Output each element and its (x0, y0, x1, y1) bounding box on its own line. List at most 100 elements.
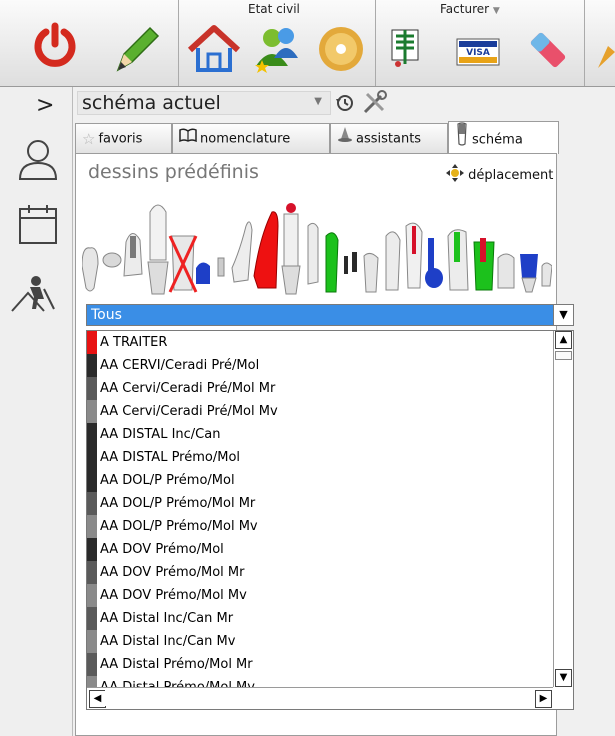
filter-value[interactable]: Tous (86, 304, 554, 326)
book-icon (179, 124, 197, 154)
visa-card-icon[interactable]: VISA (456, 38, 500, 70)
list-item[interactable]: AA Distal Inc/Can Mr (87, 607, 552, 630)
predefined-drawings (82, 203, 552, 295)
scroll-up-icon[interactable]: ▲ (555, 331, 572, 349)
color-swatch (87, 377, 97, 400)
list-item[interactable]: AA DOV Prémo/Mol (87, 538, 552, 561)
tab-label: favoris (98, 131, 143, 147)
vertical-scrollbar[interactable]: ▲ ▼ (553, 331, 573, 687)
list-item[interactable]: A TRAITER (87, 331, 552, 354)
color-swatch (87, 446, 97, 469)
facturer-label[interactable]: Facturer ▼ (440, 2, 500, 16)
pencil-icon[interactable] (108, 20, 164, 80)
color-swatch (87, 561, 97, 584)
tooth-drawing[interactable] (82, 247, 99, 292)
toolbar-separator (375, 0, 376, 86)
horizontal-scrollbar[interactable]: ◀ ▶ (87, 687, 553, 709)
color-swatch (87, 584, 97, 607)
chevron-down-icon[interactable]: ▼ (314, 96, 322, 107)
deplacement-button[interactable]: déplacement (446, 164, 553, 186)
move-icon (446, 164, 464, 186)
list-item[interactable]: AA CERVI/Ceradi Pré/Mol (87, 354, 552, 377)
chevron-down-icon: ▼ (492, 6, 500, 16)
list-item[interactable]: AA DOL/P Prémo/Mol Mr (87, 492, 552, 515)
expand-arrow-icon[interactable]: > (36, 93, 54, 118)
color-swatch (87, 492, 97, 515)
tooth-drawing[interactable] (344, 252, 357, 274)
tooth-drawing[interactable] (168, 235, 198, 293)
tab-schema[interactable]: schéma (448, 121, 559, 154)
color-swatch (87, 653, 97, 676)
tooth-drawing[interactable] (497, 253, 515, 289)
list-item-label: AA CERVI/Ceradi Pré/Mol (100, 358, 260, 373)
scroll-thumb[interactable] (555, 351, 572, 360)
drawing-list[interactable]: A TRAITER AA CERVI/Ceradi Pré/Mol AA Cervi… (86, 330, 574, 710)
tooth-drawing[interactable] (447, 229, 469, 291)
schema-select[interactable]: schéma actuel ▼ (77, 91, 331, 115)
tooth-drawing[interactable] (253, 211, 279, 289)
tooth-drawing[interactable] (231, 221, 253, 283)
power-icon[interactable] (32, 22, 78, 72)
tooth-drawing[interactable] (102, 252, 122, 268)
scroll-thumb[interactable] (105, 690, 535, 706)
eraser-icon[interactable] (524, 26, 572, 78)
list-item[interactable]: AA DOV Prémo/Mol Mr (87, 561, 552, 584)
tab-nomenclature[interactable]: nomenclature (172, 123, 330, 153)
tools-icon[interactable] (361, 90, 387, 120)
tooth-drawing[interactable] (307, 222, 319, 285)
disc-icon[interactable] (316, 24, 366, 78)
tooth-drawing[interactable] (363, 252, 379, 293)
list-item[interactable]: AA Distal Prémo/Mol Mr (87, 653, 552, 676)
color-swatch (87, 607, 97, 630)
tooth-drawing[interactable] (405, 222, 423, 289)
scroll-down-icon[interactable]: ▼ (555, 669, 572, 687)
history-icon[interactable] (335, 93, 355, 117)
wizard-icon (337, 124, 353, 154)
scroll-left-icon[interactable]: ◀ (89, 690, 106, 708)
schema-tab-body: dessins prédéfinis déplacement Tous ▼ A … (75, 153, 574, 736)
etat-civil-label[interactable]: Etat civil (248, 2, 300, 16)
lamp-icon[interactable] (594, 40, 615, 74)
chevron-down-icon[interactable]: ▼ (554, 304, 574, 326)
star-icon: ☆ (82, 130, 96, 148)
schema-panel: schéma actuel ▼ ☆ favoris nomenclature a… (73, 87, 615, 736)
tab-label: schéma (472, 132, 523, 148)
user-icon[interactable] (18, 137, 58, 185)
tab-assistants[interactable]: assistants (330, 123, 448, 153)
tooth-drawing[interactable] (217, 257, 225, 277)
color-swatch (87, 469, 97, 492)
list-item[interactable]: AA Distal Inc/Can Mv (87, 630, 552, 653)
tooth-drawing[interactable] (385, 231, 401, 291)
list-item-label: AA Distal Inc/Can Mv (100, 634, 236, 649)
tooth-drawing[interactable] (541, 262, 552, 287)
tab-favoris[interactable]: ☆ favoris (75, 123, 172, 153)
list-item[interactable]: AA Cervi/Ceradi Pré/Mol Mv (87, 400, 552, 423)
tooth-drawing[interactable] (473, 238, 495, 291)
list-item[interactable]: AA DISTAL Inc/Can (87, 423, 552, 446)
calendar-icon[interactable] (18, 203, 58, 251)
list-item[interactable]: AA DOL/P Prémo/Mol (87, 469, 552, 492)
list-item[interactable]: AA DOL/P Prémo/Mol Mv (87, 515, 552, 538)
tooth-drawing[interactable] (520, 254, 538, 293)
tooth-drawing[interactable] (196, 262, 210, 284)
tooth-drawing[interactable] (286, 203, 296, 213)
worker-icon[interactable] (10, 273, 56, 317)
scroll-right-icon[interactable]: ▶ (535, 690, 552, 708)
house-icon[interactable] (186, 24, 242, 78)
tooth-drawing[interactable] (425, 238, 443, 288)
list-item[interactable]: AA DISTAL Prémo/Mol (87, 446, 552, 469)
users-icon[interactable] (250, 24, 300, 78)
tooth-drawing[interactable] (147, 204, 169, 295)
list-item[interactable]: AA Cervi/Ceradi Pré/Mol Mr (87, 377, 552, 400)
deplacement-label: déplacement (468, 168, 554, 183)
list-item-label: AA DISTAL Prémo/Mol (100, 450, 241, 465)
list-item-label: A TRAITER (100, 335, 168, 350)
list-item-label: AA DISTAL Inc/Can (100, 427, 221, 442)
tooth-drawing[interactable] (123, 233, 143, 277)
list-item-label: AA DOL/P Prémo/Mol (100, 473, 235, 488)
tooth-drawing[interactable] (281, 213, 301, 295)
list-item[interactable]: AA DOV Prémo/Mol Mv (87, 584, 552, 607)
tooth-drawing[interactable] (325, 232, 339, 293)
invoice-icon[interactable] (386, 26, 426, 74)
filter-dropdown[interactable]: Tous ▼ (86, 304, 574, 328)
